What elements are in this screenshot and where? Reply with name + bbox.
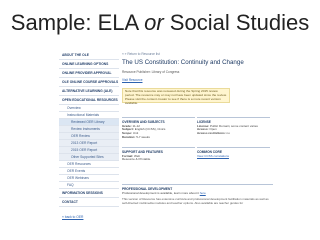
pd-section: PROFESSIONAL DEVELOPMENT Professional de… [122, 184, 273, 206]
sidebar-subitem-review[interactable]: OER Review [59, 133, 119, 140]
sidebar-subitem-events[interactable]: OER Events [59, 168, 119, 175]
sidebar-item-ale[interactable]: ALTERNATIVE LEARNING (ALE) [59, 87, 119, 96]
sidebar-subitem-overview[interactable]: Overview [59, 105, 119, 112]
pd-text: Professional development is available, l… [122, 190, 206, 195]
slide-title-suffix: Social Studies [169, 10, 310, 35]
info-row-1: OVERVIEW AND SUBJECTS Grade: 11-12 Subje… [122, 117, 273, 140]
standards-heading: COMMON CORE [197, 147, 270, 154]
duration-row: Duration: 5-7 weeks [122, 134, 150, 139]
standards-section: COMMON CORE View CCSS correlations [197, 147, 272, 162]
sidebar-item-options[interactable]: ONLINE LEARNING OPTIONS [59, 60, 119, 69]
sidebar-subitem-webinars[interactable]: OER Webinars [59, 175, 119, 182]
sidebar-item-provider[interactable]: ONLINE PROVIDER APPROVAL [59, 69, 119, 78]
pd-here-link[interactable]: here [200, 191, 206, 195]
sidebar-item-info-sessions[interactable]: INFORMATION SESSIONS [59, 189, 119, 198]
pd-paragraph: This version of Resource has extensive c… [122, 197, 269, 205]
embedded-screenshot: ABOUT THE OLE ONLINE LEARNING OPTIONS ON… [59, 51, 273, 225]
overview-section: OVERVIEW AND SUBJECTS Grade: 11-12 Subje… [122, 117, 197, 140]
sidebar-item-about[interactable]: ABOUT THE OLE [59, 51, 119, 60]
support-section: SUPPORT AND FEATURES Format: Web Resourc… [122, 147, 197, 162]
back-link[interactable]: « back to OER [59, 213, 119, 221]
info-row-2: SUPPORT AND FEATURES Format: Web Resourc… [122, 147, 273, 162]
license-section: LICENSE License: Public Domain; some con… [197, 117, 272, 140]
sidebar-subitem-materials[interactable]: Instructional Materials [59, 112, 119, 119]
sidebar-subitem-other[interactable]: Other Supported Sites [59, 154, 119, 161]
restrictions-row: Access restrictions: no [197, 131, 230, 135]
review-notice: Note that this resource was reviewed dur… [122, 87, 230, 105]
publisher-meta: Resource Publisher: Library of Congress [122, 69, 180, 74]
sidebar-subitem-faq[interactable]: FAQ [59, 182, 119, 189]
sidebar-nav: ABOUT THE OLE ONLINE LEARNING OPTIONS ON… [59, 51, 119, 225]
sidebar-subitem-instruments[interactable]: Review Instruments [59, 126, 119, 133]
sidebar-subitem-2015[interactable]: 2015 OER Report [59, 147, 119, 154]
page-title: The US Constitution: Continuity and Chan… [122, 59, 244, 66]
sidebar-item-approvals[interactable]: OLE ONLINE COURSE APPROVALS [59, 78, 119, 87]
sidebar-subitem-resources[interactable]: OER Resources [59, 161, 119, 168]
breadcrumb[interactable]: « » Return to Resource list [122, 52, 273, 56]
main-content: « » Return to Resource list The US Const… [122, 51, 273, 225]
features-row: Resource & Printable [122, 157, 151, 162]
sidebar-subitem-2013[interactable]: 2013 OER Report [59, 140, 119, 147]
slide-title-prefix: Sample: ELA [10, 10, 138, 35]
visit-resource-link[interactable]: Visit Resource [122, 78, 273, 82]
slide-title-or: or [144, 10, 164, 35]
sidebar-item-oer[interactable]: OPEN EDUCATIONAL RESOURCES [59, 96, 119, 105]
sidebar-subitem-library[interactable]: Reviewed OER Library [59, 119, 119, 126]
slide-title: Sample: ELA or Social Studies [0, 10, 320, 36]
ccss-link[interactable]: View CCSS correlations [197, 154, 270, 159]
sidebar-item-contact[interactable]: CONTACT [59, 198, 119, 207]
